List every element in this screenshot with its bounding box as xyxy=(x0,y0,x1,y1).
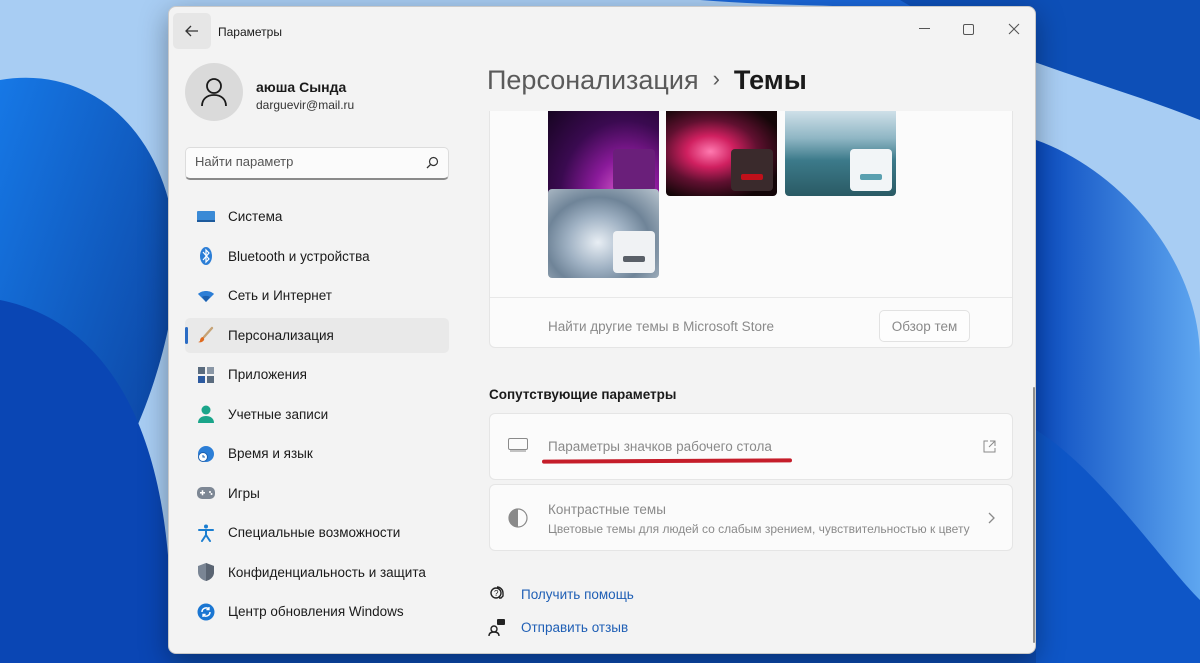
sidebar-nav: Система Bluetooth и устройства Сеть и Ин… xyxy=(185,199,449,634)
chevron-right-icon xyxy=(988,512,996,524)
desktop-icon xyxy=(508,438,528,452)
close-icon xyxy=(1008,23,1020,35)
svg-text:?: ? xyxy=(494,589,499,598)
sidebar-item-time-language[interactable]: Время и язык xyxy=(185,436,449,471)
theme-swatch xyxy=(613,149,655,191)
user-icon xyxy=(201,78,227,107)
minimize-icon xyxy=(918,28,930,29)
sidebar-item-privacy[interactable]: Конфиденциальность и защита xyxy=(185,555,449,590)
breadcrumb-parent[interactable]: Персонализация xyxy=(487,65,699,95)
sidebar-item-label: Приложения xyxy=(228,367,307,382)
settings-window: Параметры аюша Сында darguevir@mail.ru С… xyxy=(168,6,1036,654)
theme-tile-flow[interactable] xyxy=(785,111,896,196)
theme-tile-captured-motion[interactable] xyxy=(666,111,777,196)
user-email: darguevir@mail.ru xyxy=(256,98,355,112)
send-feedback-label: Отправить отзыв xyxy=(521,619,629,635)
sidebar-item-gaming[interactable]: Игры xyxy=(185,476,449,511)
minimize-button[interactable] xyxy=(901,13,947,45)
feedback-icon xyxy=(487,617,507,637)
related-settings-title: Сопутствующие параметры xyxy=(489,387,677,402)
user-name: аюша Сында xyxy=(256,79,347,95)
close-button[interactable] xyxy=(991,13,1035,45)
monitor-icon xyxy=(196,207,216,227)
contrast-icon xyxy=(508,508,528,528)
sidebar-item-label: Учетные записи xyxy=(228,406,329,422)
divider xyxy=(490,297,1012,298)
get-help-label: Получить помощь xyxy=(521,586,634,602)
wifi-icon xyxy=(196,286,216,306)
sidebar-item-label: Система xyxy=(228,209,283,224)
sidebar-item-label: Центр обновления Windows xyxy=(228,604,404,619)
browse-themes-button[interactable]: Обзор тем xyxy=(879,310,970,342)
gamepad-icon xyxy=(196,483,216,503)
maximize-button[interactable] xyxy=(945,13,991,45)
page-title: Темы xyxy=(733,65,807,95)
sidebar-item-label: Сеть и Интернет xyxy=(228,288,332,303)
sidebar-item-label: Специальные возможности xyxy=(228,525,401,540)
contrast-themes-title: Контрастные темы xyxy=(548,502,666,517)
desktop-icon-settings-row[interactable]: Параметры значков рабочего стола xyxy=(489,413,1013,480)
maximize-icon xyxy=(962,23,974,35)
sidebar-item-apps[interactable]: Приложения xyxy=(185,357,449,392)
bluetooth-icon xyxy=(196,246,216,266)
search-icon xyxy=(426,156,439,169)
sidebar-item-label: Игры xyxy=(228,485,260,501)
search-box[interactable] xyxy=(185,147,449,180)
globe-clock-icon xyxy=(196,444,216,464)
content-pane: Найти другие темы в Microsoft Store Обзо… xyxy=(487,111,1015,653)
app-title: Параметры xyxy=(218,25,282,39)
send-feedback-link[interactable]: Отправить отзыв xyxy=(487,617,628,637)
sidebar-item-bluetooth[interactable]: Bluetooth и устройства xyxy=(185,239,449,274)
sidebar-item-label: Bluetooth и устройства xyxy=(228,248,370,264)
arrow-left-icon xyxy=(185,25,198,37)
sidebar-item-windows-update[interactable]: Центр обновления Windows xyxy=(185,594,449,629)
accessibility-icon xyxy=(196,523,216,543)
theme-swatch xyxy=(850,149,892,191)
theme-tile-glow[interactable] xyxy=(548,111,659,196)
person-icon xyxy=(196,404,216,424)
get-help-link[interactable]: ? Получить помощь xyxy=(487,584,634,604)
theme-swatch xyxy=(613,231,655,273)
breadcrumb-separator: › xyxy=(712,66,720,91)
avatar xyxy=(185,63,243,121)
annotation-underline xyxy=(541,458,793,464)
sidebar-item-system[interactable]: Система xyxy=(185,199,449,234)
store-text: Найти другие темы в Microsoft Store xyxy=(548,319,774,334)
shield-icon xyxy=(196,562,216,582)
theme-swatch xyxy=(731,149,773,191)
desktop-icon-settings-title: Параметры значков рабочего стола xyxy=(548,439,772,454)
apps-icon xyxy=(196,365,216,385)
contrast-themes-subtitle: Цветовые темы для людей со слабым зрение… xyxy=(548,522,970,536)
contrast-themes-row[interactable]: Контрастные темы Цветовые темы для людей… xyxy=(489,484,1013,551)
breadcrumb: Персонализация › Темы xyxy=(487,65,807,96)
sidebar-item-network[interactable]: Сеть и Интернет xyxy=(185,278,449,313)
help-icon: ? xyxy=(487,584,507,604)
sidebar-item-personalization[interactable]: Персонализация xyxy=(185,317,449,353)
brush-icon xyxy=(196,325,216,345)
scrollbar[interactable] xyxy=(1033,387,1035,643)
themes-card: Найти другие темы в Microsoft Store Обзо… xyxy=(489,111,1013,348)
search-input[interactable] xyxy=(195,154,415,169)
sidebar-item-label: Персонализация xyxy=(228,327,334,343)
sidebar-item-label: Время и язык xyxy=(228,446,313,461)
theme-tile-sunrise[interactable] xyxy=(548,189,659,278)
back-button[interactable] xyxy=(173,13,211,49)
title-bar: Параметры xyxy=(169,7,1035,53)
external-link-icon xyxy=(983,440,996,453)
sidebar-item-label: Конфиденциальность и защита xyxy=(228,564,426,580)
sidebar-item-accounts[interactable]: Учетные записи xyxy=(185,397,449,432)
update-icon xyxy=(196,602,216,622)
sidebar-item-accessibility[interactable]: Специальные возможности xyxy=(185,515,449,550)
